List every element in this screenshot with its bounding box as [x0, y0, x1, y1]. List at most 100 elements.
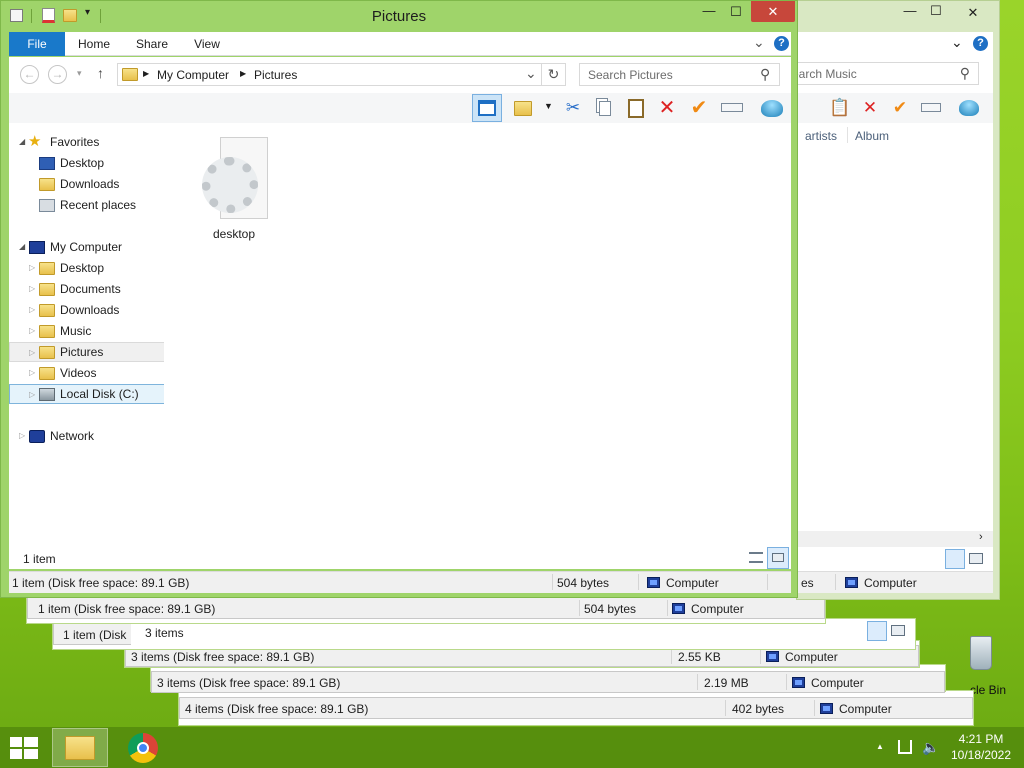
new-folder-dropdown[interactable]: ▼	[544, 101, 553, 111]
recent-locations-dropdown[interactable]: ▾	[77, 68, 82, 79]
stacked-window-1: 1 item (Disk free space: 89.1 GB) 504 by…	[26, 596, 826, 624]
search-input[interactable]: Search Pictures ⚲	[579, 63, 780, 86]
search-icon[interactable]: ⚲	[960, 65, 970, 82]
checkmark-icon[interactable]: ✔	[889, 97, 911, 119]
help-icon[interactable]: ?	[973, 36, 988, 51]
nav-computer-desktop[interactable]: ▷ Desktop	[9, 258, 166, 278]
address-history-dropdown[interactable]: ⌄	[525, 65, 537, 82]
close-button[interactable]: ✕	[951, 2, 995, 23]
column-header-artists[interactable]: artists	[805, 129, 837, 143]
nav-computer-videos[interactable]: ▷ Videos	[9, 363, 166, 383]
music-window: — ☐ ✕ ⌄ ? Search Music ⚲ 📋 ✕ ✔ artists A…	[791, 0, 1000, 600]
chrome-taskbar-button[interactable]	[124, 731, 162, 765]
taskbar: ▲ 🔈 4:21 PM 10/18/2022	[0, 727, 1024, 768]
address-bar[interactable]: ▶ My Computer ▶ Pictures ⌄	[117, 63, 542, 86]
maximize-button[interactable]: ☐	[723, 1, 749, 22]
file-item-desktop[interactable]: desktop	[184, 133, 284, 243]
nav-favorites-downloads[interactable]: Downloads	[9, 174, 166, 194]
shell-icon[interactable]	[761, 97, 783, 119]
rename-icon[interactable]	[921, 97, 943, 119]
computer-icon	[29, 241, 45, 254]
large-icons-view-button[interactable]	[767, 547, 789, 569]
column-header-album[interactable]: Album	[855, 129, 889, 143]
file-explorer-icon	[65, 736, 95, 760]
nav-favorites[interactable]: ◢ ★ Favorites	[9, 132, 166, 152]
computer-icon	[672, 603, 685, 614]
pictures-folder-icon	[39, 346, 55, 359]
search-icon[interactable]: ⚲	[760, 66, 770, 83]
nav-favorites-recent-places[interactable]: Recent places	[9, 195, 166, 215]
file-icon	[202, 137, 268, 221]
pictures-window: ▾ Pictures — ☐ ✕ File Home Share View ⌄ …	[0, 0, 798, 598]
window-title: Pictures	[371, 8, 427, 25]
back-button[interactable]: ←	[20, 65, 39, 84]
computer-icon	[820, 703, 833, 714]
shell-icon[interactable]	[959, 97, 981, 119]
title-bar[interactable]: ▾ Pictures — ☐ ✕	[1, 1, 797, 31]
volume-tray-icon[interactable]: 🔈	[922, 739, 939, 756]
forward-button[interactable]: →	[48, 65, 67, 84]
up-button[interactable]: ↑	[97, 65, 104, 81]
show-hidden-icons-button[interactable]: ▲	[876, 742, 884, 751]
tab-view[interactable]: View	[183, 32, 231, 56]
computer-icon	[792, 677, 805, 688]
videos-folder-icon	[39, 367, 55, 380]
paste-icon[interactable]	[625, 97, 647, 119]
network-tray-icon[interactable]	[898, 740, 912, 754]
nav-computer-music[interactable]: ▷ Music	[9, 321, 166, 341]
tab-file[interactable]: File	[9, 32, 65, 56]
ribbon-expand-icon[interactable]: ⌄	[753, 34, 765, 51]
ribbon-tabs: File Home Share View ⌄ ?	[9, 32, 791, 56]
computer-icon	[766, 651, 779, 662]
maximize-button[interactable]: ☐	[923, 3, 949, 23]
paste-icon[interactable]: 📋	[829, 97, 851, 119]
command-toolbar: ▼ ✂ ✕ ✔	[9, 93, 791, 123]
nav-computer-pictures[interactable]: ▷ Pictures	[9, 342, 166, 362]
clock[interactable]: 4:21 PM 10/18/2022	[946, 731, 1016, 763]
nav-computer-documents[interactable]: ▷ Documents	[9, 279, 166, 299]
tab-home[interactable]: Home	[69, 32, 119, 56]
status-bar: 1 item (Disk free space: 89.1 GB) 504 by…	[9, 571, 791, 593]
item-count-bar: 1 item	[9, 547, 791, 569]
details-view-button[interactable]	[867, 621, 887, 641]
close-button[interactable]: ✕	[751, 1, 795, 22]
cut-icon[interactable]: ✂	[562, 97, 584, 119]
nav-favorites-desktop[interactable]: Desktop	[9, 153, 166, 173]
refresh-button[interactable]: ↻	[541, 63, 566, 86]
scroll-right-arrow[interactable]: ›	[979, 531, 983, 543]
delete-icon[interactable]: ✕	[656, 97, 678, 119]
checkmark-icon[interactable]: ✔	[688, 97, 710, 119]
network-icon	[29, 430, 45, 443]
desktop-icon	[39, 157, 55, 170]
nav-computer-local-disk[interactable]: ▷ Local Disk (C:)	[9, 384, 166, 404]
delete-icon[interactable]: ✕	[859, 97, 881, 119]
start-button[interactable]	[10, 737, 38, 759]
details-view-button[interactable]	[747, 549, 765, 567]
breadcrumb-my-computer[interactable]: My Computer	[157, 68, 229, 82]
music-search-input[interactable]: Search Music ⚲	[791, 62, 979, 85]
recycle-bin-icon[interactable]	[966, 632, 996, 676]
file-list: desktop	[164, 123, 791, 549]
music-folder-icon	[39, 325, 55, 338]
computer-icon	[845, 577, 858, 588]
breadcrumb-pictures[interactable]: Pictures	[254, 68, 297, 82]
stacked-window-5: 4 items (Disk free space: 89.1 GB) 402 b…	[178, 690, 974, 726]
help-icon[interactable]: ?	[774, 36, 789, 51]
downloads-folder-icon	[39, 178, 55, 191]
minimize-button[interactable]: —	[695, 1, 723, 22]
ribbon-expand-icon[interactable]: ⌄	[951, 34, 963, 51]
new-folder-icon[interactable]	[514, 97, 536, 119]
nav-network[interactable]: ▷ Network	[9, 426, 166, 446]
file-explorer-taskbar-button[interactable]	[52, 728, 108, 767]
minimize-button[interactable]: —	[897, 3, 923, 23]
tab-share[interactable]: Share	[127, 32, 177, 56]
clock-date: 10/18/2022	[950, 748, 1012, 762]
details-view-button[interactable]	[945, 549, 965, 569]
large-icons-view-button[interactable]	[969, 553, 983, 564]
rename-icon[interactable]	[721, 97, 743, 119]
layout-pane-icon[interactable]	[472, 94, 502, 122]
large-icons-view-button[interactable]	[891, 625, 905, 636]
copy-icon[interactable]	[593, 97, 615, 119]
nav-computer-downloads[interactable]: ▷ Downloads	[9, 300, 166, 320]
nav-my-computer[interactable]: ◢ My Computer	[9, 237, 166, 257]
